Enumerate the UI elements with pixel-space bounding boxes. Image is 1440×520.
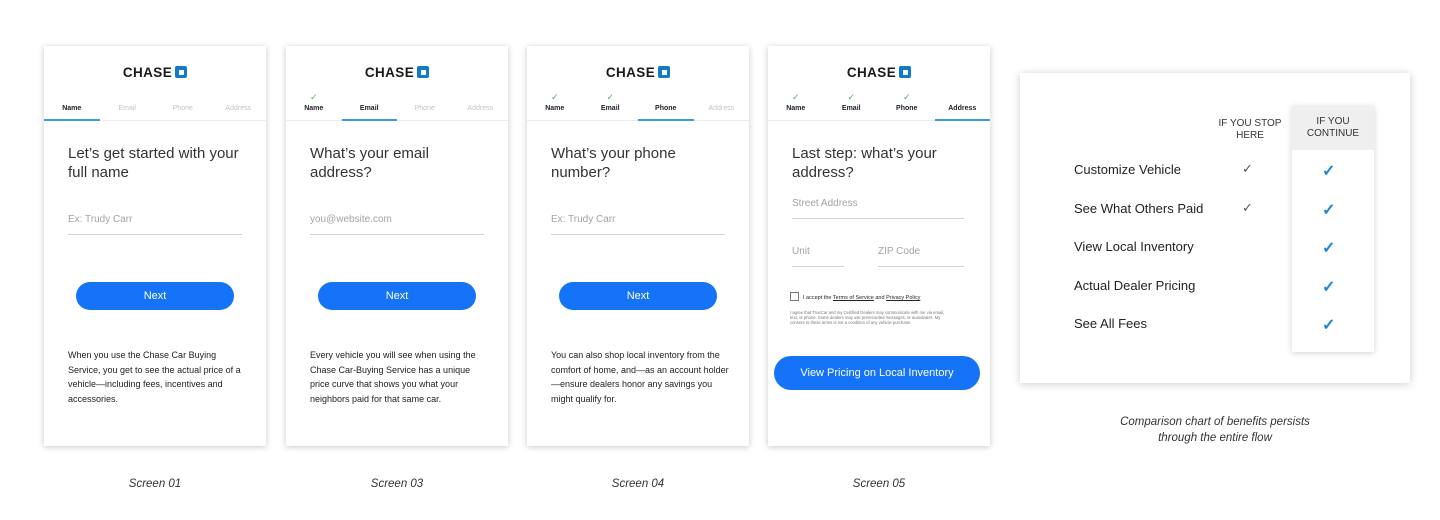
privacy-policy-link[interactable]: Privacy Policy: [886, 295, 920, 301]
next-button[interactable]: Next: [318, 282, 476, 310]
continue-check-icon: ✓: [1322, 317, 1336, 334]
benefit-label: Customize Vehicle: [1074, 162, 1181, 177]
chase-logo: CHASE: [768, 65, 990, 80]
screen-caption: Screen 01: [128, 478, 182, 490]
screen-caption: Screen 05: [852, 478, 906, 490]
screen-caption: Screen 03: [370, 478, 424, 490]
street-address-input[interactable]: Street Address: [792, 196, 964, 219]
step-tabs: Name Email Phone Address: [44, 90, 266, 121]
check-icon: ✓: [791, 92, 800, 102]
terms-of-service-link[interactable]: Terms of Service: [833, 295, 874, 301]
terms-checkbox[interactable]: [790, 292, 799, 301]
stop-check-icon: ✓: [1242, 161, 1253, 176]
step-tabs: ✓ Name ✓ Email ✓ Phone Address: [768, 90, 990, 121]
check-icon: ✓: [902, 92, 911, 102]
step-name[interactable]: ✓ Name: [286, 90, 342, 120]
step-name[interactable]: Name: [44, 90, 100, 121]
question-heading: What’s your phone number?: [551, 145, 676, 181]
step-phone[interactable]: Phone: [638, 90, 694, 121]
info-text: When you use the Chase Car Buying Servic…: [68, 350, 241, 404]
comparison-caption: Comparison chart of benefits persists th…: [1120, 416, 1310, 444]
comparison-card: IF YOU STOP HERE IF YOU CONTINUE Customi…: [1020, 73, 1410, 383]
benefit-label: View Local Inventory: [1074, 239, 1194, 254]
phone-input[interactable]: Ex: Trudy Carr: [551, 212, 725, 235]
screen-caption: Screen 04: [611, 478, 665, 490]
step-address[interactable]: Address: [453, 90, 509, 120]
screen-03: CHASE ✓ Name Email Phone Address What’s y…: [286, 46, 508, 446]
step-email[interactable]: Email: [341, 90, 398, 121]
chase-octagon-icon: [175, 66, 188, 78]
step-name[interactable]: ✓ Name: [527, 90, 583, 120]
benefit-label: Actual Dealer Pricing: [1074, 277, 1196, 293]
step-phone[interactable]: Phone: [397, 90, 453, 120]
chase-logo: CHASE: [44, 65, 266, 80]
continue-check-icon: ✓: [1322, 240, 1336, 257]
chase-logo: CHASE: [286, 65, 508, 80]
step-email[interactable]: ✓ Email: [824, 90, 880, 120]
info-text: You can also shop local inventory from t…: [551, 350, 729, 404]
chase-logo: CHASE: [527, 65, 749, 80]
question-heading: What’s your email address?: [310, 145, 429, 181]
step-tabs: ✓ Name ✓ Email Phone Address: [527, 90, 749, 121]
stop-here-header: IF YOU STOP HERE: [1218, 118, 1282, 141]
benefit-label: See What Others Paid: [1074, 200, 1204, 216]
check-icon: ✓: [606, 92, 615, 102]
step-address[interactable]: Address: [934, 90, 991, 121]
continue-check-icon: ✓: [1322, 278, 1336, 296]
next-button[interactable]: Next: [76, 282, 234, 310]
step-address[interactable]: Address: [211, 90, 267, 120]
next-button[interactable]: Next: [559, 282, 717, 310]
chase-octagon-icon: [899, 66, 912, 78]
continue-header: IF YOU CONTINUE: [1292, 106, 1374, 150]
benefit-label: See All Fees: [1074, 316, 1147, 331]
step-email[interactable]: Email: [100, 90, 156, 120]
question-heading: Let’s get started with your full name: [68, 145, 239, 181]
question-heading: Last step: what’s your address?: [792, 145, 937, 181]
unit-input[interactable]: Unit: [792, 244, 844, 267]
email-input[interactable]: you@website.com: [310, 212, 484, 235]
info-text: Every vehicle you will see when using th…: [310, 350, 476, 404]
screen-01: CHASE Name Email Phone Address Let’s get…: [44, 46, 266, 446]
screen-04: CHASE ✓ Name ✓ Email Phone Address What’s …: [527, 46, 749, 446]
step-email[interactable]: ✓ Email: [583, 90, 639, 120]
step-phone[interactable]: ✓ Phone: [879, 90, 935, 120]
check-icon: ✓: [309, 92, 318, 102]
terms-row: I accept the Terms of Service and Privac…: [790, 292, 980, 301]
chase-octagon-icon: [658, 66, 671, 78]
check-icon: ✓: [550, 92, 559, 102]
continue-check-icon: ✓: [1322, 201, 1336, 219]
step-address[interactable]: Address: [694, 90, 750, 120]
full-name-input[interactable]: Ex: Trudy Carr: [68, 212, 242, 235]
check-icon: ✓: [847, 92, 856, 102]
step-name[interactable]: ✓ Name: [768, 90, 824, 120]
step-phone[interactable]: Phone: [155, 90, 211, 120]
screen-05: CHASE ✓ Name ✓ Email ✓ Phone Address Last s…: [768, 46, 990, 446]
chase-octagon-icon: [417, 66, 430, 78]
stop-check-icon: ✓: [1242, 199, 1253, 215]
continue-check-icon: ✓: [1322, 163, 1336, 180]
view-pricing-button[interactable]: View Pricing on Local Inventory: [774, 356, 980, 390]
consent-fine-print: I agree that TrueCar and my Certified De…: [790, 310, 945, 326]
step-tabs: ✓ Name Email Phone Address: [286, 90, 508, 121]
zip-code-input[interactable]: ZIP Code: [878, 244, 964, 267]
